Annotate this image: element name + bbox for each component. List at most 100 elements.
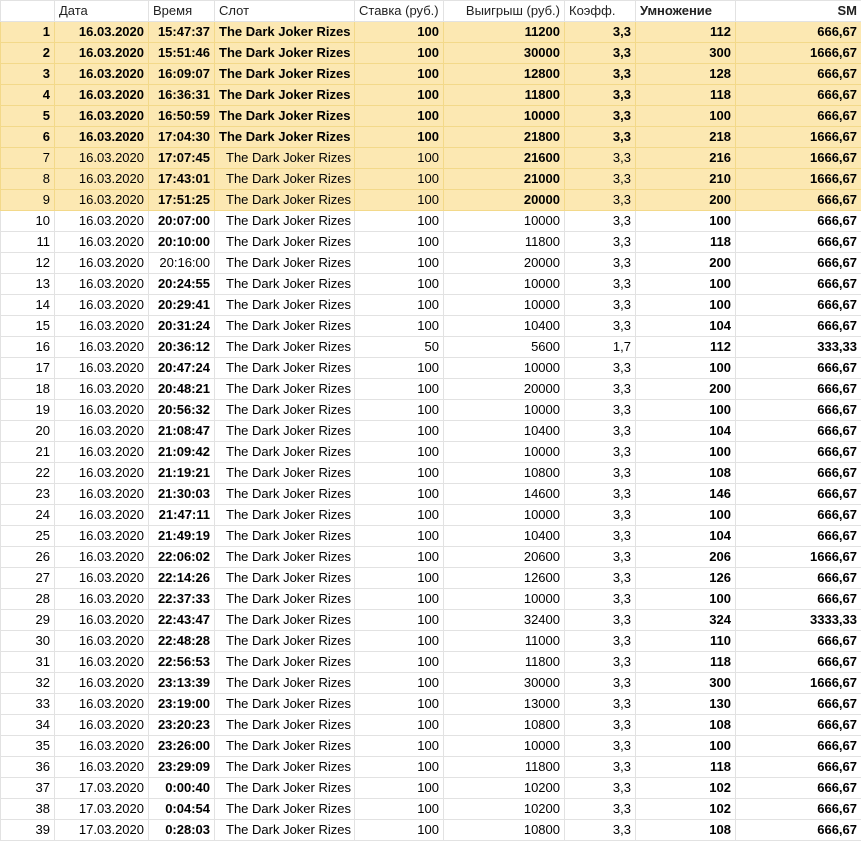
time-cell[interactable]: 22:06:02 (148, 546, 215, 568)
row-number-cell[interactable]: 10 (0, 210, 55, 232)
slot-cell[interactable]: The Dark Joker Rizes (214, 189, 355, 211)
time-cell[interactable]: 16:36:31 (148, 84, 215, 106)
sm-cell[interactable]: 666,67 (735, 84, 861, 106)
mult-cell[interactable]: 110 (635, 630, 736, 652)
time-cell[interactable]: 20:16:00 (148, 252, 215, 274)
row-number-cell[interactable]: 29 (0, 609, 55, 631)
coef-cell[interactable]: 3,3 (564, 21, 636, 43)
mult-cell[interactable]: 118 (635, 651, 736, 673)
win-cell[interactable]: 10000 (443, 105, 565, 127)
date-cell[interactable]: 16.03.2020 (54, 189, 149, 211)
row-number-cell[interactable]: 3 (0, 63, 55, 85)
slot-cell[interactable]: The Dark Joker Rizes (214, 336, 355, 358)
coef-cell[interactable]: 3,3 (564, 63, 636, 85)
win-cell[interactable]: 10400 (443, 315, 565, 337)
slot-cell[interactable]: The Dark Joker Rizes (214, 378, 355, 400)
sm-cell[interactable]: 666,67 (735, 273, 861, 295)
coef-cell[interactable]: 3,3 (564, 525, 636, 547)
time-cell[interactable]: 21:19:21 (148, 462, 215, 484)
row-number-cell[interactable]: 9 (0, 189, 55, 211)
sm-cell[interactable]: 666,67 (735, 798, 861, 820)
mult-cell[interactable]: 104 (635, 315, 736, 337)
win-cell[interactable]: 10800 (443, 462, 565, 484)
time-cell[interactable]: 20:29:41 (148, 294, 215, 316)
date-cell[interactable]: 16.03.2020 (54, 525, 149, 547)
mult-cell[interactable]: 218 (635, 126, 736, 148)
coef-cell[interactable]: 3,3 (564, 798, 636, 820)
slot-cell[interactable]: The Dark Joker Rizes (214, 567, 355, 589)
row-number-cell[interactable]: 27 (0, 567, 55, 589)
row-number-cell[interactable]: 32 (0, 672, 55, 694)
date-cell[interactable]: 16.03.2020 (54, 399, 149, 421)
slot-cell[interactable]: The Dark Joker Rizes (214, 546, 355, 568)
date-cell[interactable]: 16.03.2020 (54, 609, 149, 631)
date-cell[interactable]: 16.03.2020 (54, 651, 149, 673)
table-row[interactable]: 37 17.03.2020 0:00:40 The Dark Joker Rizes 1… (0, 777, 861, 799)
bet-cell[interactable]: 100 (354, 777, 444, 799)
win-cell[interactable]: 10000 (443, 294, 565, 316)
table-row[interactable]: 28 16.03.2020 22:37:33 The Dark Joker Rizes… (0, 588, 861, 610)
table-row[interactable]: 17 16.03.2020 20:47:24 The Dark Joker Rizes… (0, 357, 861, 379)
date-cell[interactable]: 16.03.2020 (54, 147, 149, 169)
coef-cell[interactable]: 3,3 (564, 651, 636, 673)
row-number-cell[interactable]: 15 (0, 315, 55, 337)
slot-cell[interactable]: The Dark Joker Rizes (214, 588, 355, 610)
mult-cell[interactable]: 102 (635, 798, 736, 820)
time-cell[interactable]: 15:51:46 (148, 42, 215, 64)
time-cell[interactable]: 20:10:00 (148, 231, 215, 253)
table-row[interactable]: 19 16.03.2020 20:56:32 The Dark Joker Rizes… (0, 399, 861, 421)
row-number-cell[interactable]: 7 (0, 147, 55, 169)
time-cell[interactable]: 23:29:09 (148, 756, 215, 778)
mult-cell[interactable]: 108 (635, 462, 736, 484)
date-cell[interactable]: 17.03.2020 (54, 819, 149, 841)
coef-cell[interactable]: 3,3 (564, 273, 636, 295)
sm-cell[interactable]: 666,67 (735, 378, 861, 400)
sm-cell[interactable]: 666,67 (735, 441, 861, 463)
date-cell[interactable]: 16.03.2020 (54, 210, 149, 232)
header-win[interactable]: Выигрыш (руб.) (443, 0, 565, 22)
mult-cell[interactable]: 100 (635, 294, 736, 316)
coef-cell[interactable]: 3,3 (564, 252, 636, 274)
mult-cell[interactable]: 108 (635, 819, 736, 841)
table-row[interactable]: 3 16.03.2020 16:09:07 The Dark Joker Rizes 1… (0, 63, 861, 85)
win-cell[interactable]: 11800 (443, 84, 565, 106)
bet-cell[interactable]: 100 (354, 504, 444, 526)
mult-cell[interactable]: 100 (635, 399, 736, 421)
table-row[interactable]: 11 16.03.2020 20:10:00 The Dark Joker Rizes… (0, 231, 861, 253)
bet-cell[interactable]: 100 (354, 756, 444, 778)
time-cell[interactable]: 0:04:54 (148, 798, 215, 820)
bet-cell[interactable]: 100 (354, 294, 444, 316)
win-cell[interactable]: 21800 (443, 126, 565, 148)
slot-cell[interactable]: The Dark Joker Rizes (214, 357, 355, 379)
date-cell[interactable]: 16.03.2020 (54, 420, 149, 442)
sm-cell[interactable]: 1666,67 (735, 126, 861, 148)
win-cell[interactable]: 11800 (443, 651, 565, 673)
sm-cell[interactable]: 1666,67 (735, 546, 861, 568)
mult-cell[interactable]: 100 (635, 735, 736, 757)
bet-cell[interactable]: 100 (354, 147, 444, 169)
slot-cell[interactable]: The Dark Joker Rizes (214, 21, 355, 43)
win-cell[interactable]: 30000 (443, 672, 565, 694)
win-cell[interactable]: 5600 (443, 336, 565, 358)
sm-cell[interactable]: 1666,67 (735, 147, 861, 169)
coef-cell[interactable]: 3,3 (564, 630, 636, 652)
table-row[interactable]: 33 16.03.2020 23:19:00 The Dark Joker Rizes… (0, 693, 861, 715)
coef-cell[interactable]: 3,3 (564, 819, 636, 841)
row-number-cell[interactable]: 23 (0, 483, 55, 505)
row-number-cell[interactable]: 21 (0, 441, 55, 463)
win-cell[interactable]: 20000 (443, 252, 565, 274)
date-cell[interactable]: 16.03.2020 (54, 105, 149, 127)
time-cell[interactable]: 21:30:03 (148, 483, 215, 505)
mult-cell[interactable]: 210 (635, 168, 736, 190)
row-number-cell[interactable]: 18 (0, 378, 55, 400)
coef-cell[interactable]: 3,3 (564, 462, 636, 484)
coef-cell[interactable]: 3,3 (564, 378, 636, 400)
date-cell[interactable]: 16.03.2020 (54, 21, 149, 43)
row-number-cell[interactable]: 37 (0, 777, 55, 799)
mult-cell[interactable]: 200 (635, 252, 736, 274)
mult-cell[interactable]: 130 (635, 693, 736, 715)
mult-cell[interactable]: 108 (635, 714, 736, 736)
row-number-cell[interactable]: 20 (0, 420, 55, 442)
date-cell[interactable]: 16.03.2020 (54, 42, 149, 64)
sm-cell[interactable]: 666,67 (735, 252, 861, 274)
